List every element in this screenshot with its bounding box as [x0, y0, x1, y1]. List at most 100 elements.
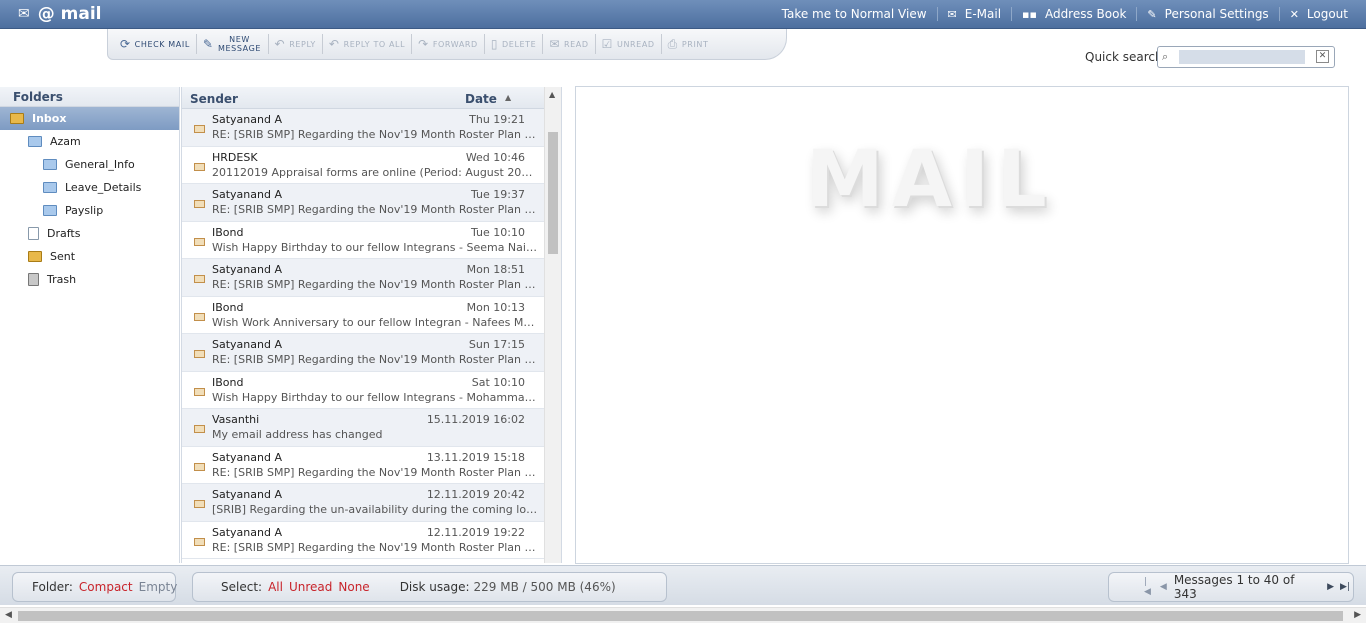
folder-payslip[interactable]: Payslip — [0, 199, 179, 222]
top-nav: Take me to Normal View ✉ E-Mail ▪▪ Addre… — [772, 7, 1358, 21]
check-mail-button[interactable]: ⟳ Check Mail — [114, 34, 197, 54]
new-message-label: New Message — [218, 35, 262, 53]
folder-label: General_Info — [65, 158, 135, 171]
message-list-scrollbar[interactable]: ▲ — [544, 87, 561, 563]
message-list-header: Sender Date ▲ — [182, 87, 561, 109]
message-row[interactable]: Vasanthi 15.11.2019 16:02 My email address… — [182, 409, 545, 447]
reply-label: Reply — [289, 39, 316, 49]
message-row[interactable]: Satyanand A Mon 18:51 RE: [SRIB SMP] Regar… — [182, 259, 545, 297]
address-book-icon: ▪▪ — [1022, 7, 1037, 21]
folder-sent[interactable]: Sent — [0, 245, 179, 268]
message-date: Mon 18:51 — [466, 263, 525, 276]
last-page-icon[interactable]: ▶| — [1340, 582, 1350, 592]
message-sender: Satyanand A — [212, 188, 282, 201]
trash-icon — [28, 273, 39, 286]
message-date: 15.11.2019 16:02 — [426, 413, 525, 426]
page-horizontal-scrollbar[interactable]: ◀ ▶ — [0, 607, 1366, 623]
email-label: E-Mail — [964, 7, 1002, 21]
normal-view-link[interactable]: Take me to Normal View — [772, 7, 937, 21]
scrollbar-thumb[interactable] — [548, 132, 558, 254]
message-sender: Satyanand A — [212, 525, 282, 539]
message-sender: Satyanand A — [212, 263, 282, 276]
message-subject: RE: [SRIB SMP] Regarding the Nov'19 Mont… — [212, 353, 539, 366]
compose-icon: ✎ — [202, 37, 214, 51]
message-row[interactable]: IBond Mon 10:13 Wish Work Anniversary to o… — [182, 297, 545, 334]
message-row[interactable]: Satyanand A 13.11.2019 15:18 RE: [SRIB SMP… — [182, 447, 545, 484]
select-none-link[interactable]: None — [338, 580, 369, 594]
wrench-icon: ✎ — [1147, 7, 1157, 21]
personal-settings-link[interactable]: ✎ Personal Settings — [1136, 7, 1278, 21]
message-date: 13.11.2019 15:18 — [426, 450, 525, 464]
date-column-header[interactable]: Date — [465, 92, 497, 106]
app-logo-text: @ mail — [37, 4, 102, 24]
folder-inbox[interactable]: Inbox — [0, 107, 179, 130]
mark-read-button[interactable]: ✉ Read — [543, 34, 596, 54]
folder-label: Leave_Details — [65, 181, 142, 194]
empty-link[interactable]: Empty — [139, 580, 178, 594]
select-unread-link[interactable]: Unread — [289, 580, 332, 594]
message-row[interactable]: Satyanand A 12.11.2019 19:22 RE: [SRIB SMP… — [182, 522, 545, 559]
print-button[interactable]: ⎙ Print — [662, 34, 715, 54]
delete-button[interactable]: ▯ Delete — [485, 34, 544, 54]
folder-icon — [43, 182, 57, 193]
scroll-left-icon[interactable]: ◀ — [5, 610, 12, 620]
sort-arrow-icon[interactable]: ▲ — [505, 93, 511, 102]
normal-view-label: Take me to Normal View — [781, 7, 927, 21]
prev-page-icon[interactable]: ◀ — [1160, 582, 1167, 592]
message-row[interactable]: Satyanand A Thu 19:21 RE: [SRIB SMP] Regar… — [182, 109, 545, 147]
select-all-link[interactable]: All — [268, 580, 283, 594]
message-row[interactable]: Satyanand A Sun 17:15 RE: [SRIB SMP] Regar… — [182, 334, 545, 372]
message-row[interactable]: Satyanand A 12.11.2019 20:42 [SRIB] Regard… — [182, 484, 545, 522]
email-link[interactable]: ✉ E-Mail — [936, 7, 1012, 21]
sent-icon — [28, 251, 42, 262]
folder-leave-details[interactable]: Leave_Details — [0, 176, 179, 199]
quick-search-input[interactable] — [1179, 50, 1305, 64]
address-book-link[interactable]: ▪▪ Address Book — [1011, 7, 1136, 21]
read-label: Read — [563, 39, 589, 49]
folder-pane: Folders Inbox Azam General_Info Leave_De… — [0, 87, 180, 563]
folder-actions: Folder: Compact Empty — [12, 572, 178, 602]
message-row[interactable]: HRDESK Wed 10:46 20112019 Appraisal forms … — [182, 147, 545, 184]
envelope-icon — [194, 237, 205, 246]
folder-label: Inbox — [32, 112, 67, 125]
pager: |◀ ◀ Messages 1 to 40 of 343 ▶ ▶| — [1108, 572, 1354, 602]
message-row[interactable]: Satyanand A Tue 19:37 RE: [SRIB SMP] Regar… — [182, 184, 545, 222]
new-message-button[interactable]: ✎ New Message — [197, 34, 269, 54]
draft-icon — [28, 227, 39, 240]
selection-actions: Select: All Unread None Disk usage: 229 … — [192, 572, 667, 602]
check-mail-label: Check Mail — [134, 39, 190, 49]
message-toolbar: ⟳ Check Mail ✎ New Message ↶ Reply ↶ Rep… — [107, 29, 787, 60]
folder-drafts[interactable]: Drafts — [0, 222, 179, 245]
logout-link[interactable]: ✕ Logout — [1278, 7, 1358, 21]
compact-link[interactable]: Compact — [79, 580, 133, 594]
reply-button[interactable]: ↶ Reply — [269, 34, 323, 54]
scroll-up-icon[interactable]: ▲ — [549, 90, 555, 99]
folder-label: Payslip — [65, 204, 104, 217]
scroll-right-icon[interactable]: ▶ — [1354, 610, 1361, 620]
message-row[interactable]: IBond Sat 10:10 Wish Happy Birthday to our… — [182, 372, 545, 409]
envelope-icon — [194, 462, 205, 471]
quick-search-label: Quick search: — [1085, 50, 1167, 64]
forward-button[interactable]: ↷ Forward — [412, 34, 485, 54]
clear-search-icon[interactable]: ✕ — [1316, 50, 1329, 63]
envelope-icon — [194, 162, 205, 171]
message-subject: My email address has changed — [212, 428, 383, 441]
sender-column-header[interactable]: Sender — [190, 92, 238, 106]
search-icon[interactable]: ⌕ — [1162, 50, 1168, 64]
message-list: Sender Date ▲ Satyanand A Thu 19:21 RE: [S… — [181, 87, 562, 563]
first-page-icon[interactable]: |◀ — [1144, 577, 1154, 597]
message-date: Tue 10:10 — [471, 225, 525, 239]
folder-icon — [43, 159, 57, 170]
app-logo[interactable]: ✉ @ mail — [18, 4, 102, 24]
next-page-icon[interactable]: ▶ — [1327, 582, 1334, 592]
scrollbar-thumb[interactable] — [18, 611, 1343, 621]
folder-label: Trash — [47, 273, 77, 286]
folder-azam[interactable]: Azam — [0, 130, 179, 153]
folder-trash[interactable]: Trash — [0, 268, 179, 291]
mark-unread-button[interactable]: ☑ Unread — [596, 34, 662, 54]
folder-general-info[interactable]: General_Info — [0, 153, 179, 176]
message-row[interactable]: IBond Tue 10:10 Wish Happy Birthday to our… — [182, 222, 545, 259]
unread-label: Unread — [616, 39, 655, 49]
envelope-icon — [194, 312, 205, 321]
reply-all-button[interactable]: ↶ Reply to All — [323, 34, 413, 54]
